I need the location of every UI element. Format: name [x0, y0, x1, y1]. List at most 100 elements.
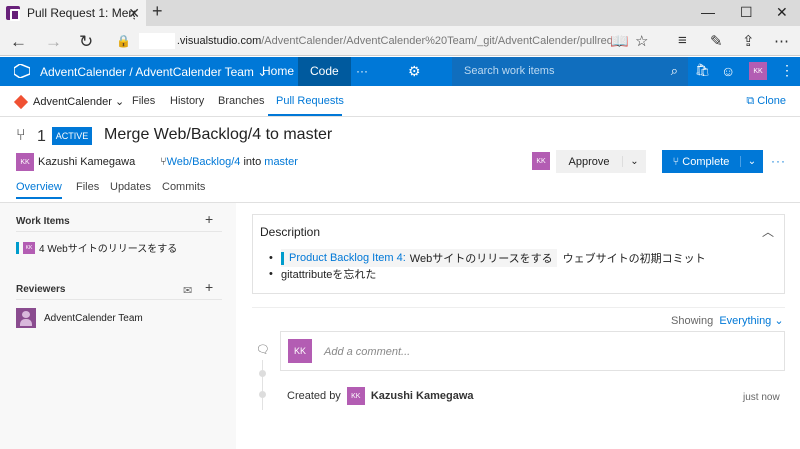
- hub-more[interactable]: ···: [344, 57, 380, 86]
- chevron-down-icon: ⌄: [774, 315, 784, 327]
- branch-info: ⑂Web/Backlog/4 into master: [160, 156, 298, 168]
- tab-branches[interactable]: Branches: [218, 95, 264, 107]
- add-reviewer-button[interactable]: +: [205, 279, 213, 295]
- address-field[interactable]: 🔒 .visualstudio.com/AdventCalender/Adven…: [116, 30, 616, 52]
- work-item-type-bar: [281, 251, 284, 265]
- more-icon[interactable]: ⋯: [774, 32, 789, 50]
- timestamp: just now: [743, 392, 780, 403]
- search-box[interactable]: Search work items ⌕: [452, 57, 688, 86]
- tab-files[interactable]: Files: [132, 95, 155, 107]
- search-icon[interactable]: ⌕: [671, 63, 678, 79]
- overview-tab-indicator: [16, 197, 62, 199]
- share-icon[interactable]: ⇪: [742, 32, 755, 50]
- author-name[interactable]: Kazushi Kamegawa: [38, 156, 135, 168]
- address-bar-row: ← → ↻ 🔒 .visualstudio.com/AdventCalender…: [0, 26, 800, 56]
- created-by-entry: Created by KK Kazushi Kamegawa: [287, 387, 474, 405]
- repo-selector[interactable]: AdventCalender ⌄: [13, 94, 124, 109]
- back-icon[interactable]: ←: [10, 32, 27, 52]
- browser-tab[interactable]: Pull Request 1: Merge V ✕: [0, 0, 146, 26]
- commenter-avatar: KK: [288, 339, 312, 363]
- code-sub-nav: AdventCalender ⌄ Files History Branches …: [0, 86, 800, 117]
- mail-icon[interactable]: ✉: [183, 284, 192, 297]
- divider: [252, 307, 785, 308]
- tab-pr-files[interactable]: Files: [76, 181, 99, 193]
- pr-title: Merge Web/Backlog/4 to master: [104, 126, 333, 143]
- source-branch-link[interactable]: Web/Backlog/4: [167, 156, 241, 168]
- feedback-smile-icon[interactable]: ☺: [721, 63, 735, 79]
- comment-input[interactable]: KK Add a comment...: [280, 331, 785, 371]
- tab-close-icon[interactable]: ✕: [128, 5, 140, 22]
- description-title: Description: [260, 225, 321, 239]
- merge-icon: ⑂: [672, 155, 680, 168]
- hub-icon[interactable]: ≡: [678, 32, 687, 49]
- description-line-1: Product Backlog Item 4: Webサイトのリリースをする ウ…: [269, 249, 706, 267]
- pr-number: 1: [37, 128, 46, 145]
- left-panel: Work Items + KK 4 Webサイトのリリースをする Reviewe…: [0, 203, 236, 449]
- visual-studio-icon: [6, 6, 20, 21]
- project-selector[interactable]: AdventCalender / AdventCalender Team ⌄: [40, 65, 267, 79]
- more-actions-button[interactable]: ···: [771, 154, 786, 168]
- url-redaction: [138, 33, 175, 49]
- add-work-item-button[interactable]: +: [205, 211, 213, 227]
- reading-view-icon[interactable]: 📖: [610, 32, 629, 50]
- approve-dropdown-icon[interactable]: ⌄: [622, 156, 646, 167]
- hub-code[interactable]: Code: [298, 57, 351, 86]
- timeline-line: [262, 360, 263, 410]
- description-line-2: gitattributeを忘れた: [269, 266, 376, 282]
- maximize-button[interactable]: ☐: [740, 4, 753, 21]
- favorite-star-icon[interactable]: ☆: [635, 32, 648, 50]
- creator-avatar: KK: [346, 387, 365, 405]
- pull-request-icon: ⑂: [16, 127, 26, 144]
- reviewer-item[interactable]: AdventCalender Team: [16, 308, 143, 328]
- tab-history[interactable]: History: [170, 95, 204, 107]
- work-item-mention[interactable]: Product Backlog Item 4: Webサイトのリリースをする: [281, 249, 557, 267]
- url-text: .visualstudio.com/AdventCalender/AdventC…: [176, 35, 616, 47]
- team-avatar-icon: [16, 308, 36, 328]
- divider: [16, 299, 222, 300]
- refresh-icon[interactable]: ↻: [79, 32, 93, 52]
- complete-button[interactable]: ⑂ Complete ⌄: [662, 150, 763, 173]
- new-tab-button[interactable]: +: [152, 1, 163, 22]
- complete-dropdown-icon[interactable]: ⌄: [740, 156, 763, 167]
- vsts-logo-icon[interactable]: [14, 64, 30, 78]
- tab-updates[interactable]: Updates: [110, 181, 151, 193]
- creator-name[interactable]: Kazushi Kamegawa: [371, 390, 474, 402]
- comment-placeholder: Add a comment...: [324, 346, 411, 358]
- status-badge: ACTIVE: [52, 127, 92, 145]
- tab-overview[interactable]: Overview: [16, 181, 62, 193]
- lock-icon: 🔒: [116, 34, 131, 48]
- browser-tab-title: Pull Request 1: Merge V: [27, 6, 135, 20]
- git-repo-icon: [13, 94, 29, 109]
- work-item-avatar: KK: [23, 241, 35, 254]
- help-icon[interactable]: ⋮: [780, 62, 794, 79]
- collapse-chevron-icon[interactable]: ︿: [762, 223, 774, 240]
- settings-gear-icon[interactable]: ⚙: [408, 63, 421, 80]
- user-avatar[interactable]: KK: [749, 62, 767, 80]
- activity-filter[interactable]: Showing Everything ⌄: [671, 314, 784, 327]
- forward-icon[interactable]: →: [45, 32, 62, 52]
- reviewer-avatar: KK: [532, 152, 550, 170]
- vsts-top-nav: AdventCalender / AdventCalender Team ⌄ H…: [0, 57, 800, 86]
- minimize-button[interactable]: —: [701, 4, 715, 20]
- browser-tab-strip: Pull Request 1: Merge V ✕ + — ☐ ✕: [0, 0, 800, 26]
- target-branch-link[interactable]: master: [264, 156, 298, 168]
- approve-button[interactable]: Approve ⌄: [556, 150, 646, 173]
- search-placeholder: Search work items: [464, 65, 555, 77]
- work-item-type-bar: [16, 241, 19, 254]
- tab-commits[interactable]: Commits: [162, 181, 205, 193]
- timeline-dot: [259, 370, 266, 377]
- clone-button[interactable]: ⧉ Clone: [746, 95, 786, 108]
- divider: [16, 231, 222, 232]
- web-note-icon[interactable]: ✎: [710, 32, 723, 50]
- tab-pull-requests[interactable]: Pull Requests: [276, 95, 344, 107]
- description-card: Description ︿ Product Backlog Item 4: We…: [252, 214, 785, 294]
- marketplace-bag-icon[interactable]: 🛍: [695, 63, 710, 77]
- timeline-dot: [259, 391, 266, 398]
- reviewers-heading: Reviewers: [16, 284, 66, 295]
- author-avatar: KK: [16, 153, 34, 171]
- branch-icon: ⑂: [160, 156, 167, 168]
- window-close-button[interactable]: ✕: [776, 4, 788, 21]
- comment-icon: 🗨: [256, 344, 270, 356]
- work-item-link[interactable]: KK 4 Webサイトのリリースをする: [16, 240, 177, 255]
- active-tab-indicator: [268, 114, 342, 116]
